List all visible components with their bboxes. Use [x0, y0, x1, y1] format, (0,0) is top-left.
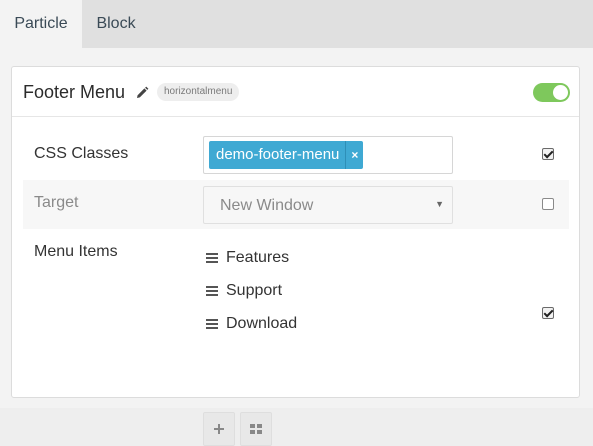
particle-type-badge: horizontalmenu [157, 83, 240, 101]
tab-block[interactable]: Block [82, 0, 150, 48]
target-override-checkbox[interactable] [542, 198, 554, 210]
remove-tag-icon[interactable]: × [345, 141, 363, 169]
particle-title: Footer Menu [23, 82, 126, 102]
plus-icon [214, 424, 224, 434]
tab-particle[interactable]: Particle [0, 0, 82, 48]
target-label: Target [34, 194, 79, 211]
particle-card: Footer Menu horizontalmenu CSS Classes d… [11, 66, 580, 446]
add-menu-item-button[interactable] [203, 412, 235, 446]
menu-item-label: Download [226, 315, 298, 332]
drag-handle-icon[interactable] [206, 253, 218, 263]
menu-item[interactable]: Download [206, 313, 297, 335]
target-select[interactable]: New Window ▼ [203, 186, 453, 224]
css-class-tag-text: demo-footer-menu [216, 146, 340, 163]
pencil-icon[interactable] [135, 86, 149, 100]
chevron-down-icon: ▼ [435, 199, 444, 209]
toggle-knob [553, 85, 568, 100]
menu-item-label: Support [226, 282, 283, 299]
drag-handle-icon[interactable] [206, 319, 218, 329]
grid-icon [250, 424, 262, 434]
enable-toggle[interactable] [533, 83, 570, 102]
css-classes-override-checkbox[interactable] [542, 148, 554, 160]
css-classes-row: CSS Classes demo-footer-menu × [23, 128, 569, 180]
css-classes-label: CSS Classes [34, 145, 129, 162]
menu-items-label: Menu Items [34, 243, 118, 260]
card-header: Footer Menu horizontalmenu [12, 67, 579, 117]
drag-handle-icon[interactable] [206, 286, 218, 296]
tab-bar: Particle Block [0, 0, 593, 48]
menu-item-label: Features [226, 249, 290, 266]
menu-items-row: Menu Items Features Support Download [23, 229, 569, 446]
menu-items-override-checkbox[interactable] [542, 307, 554, 319]
css-classes-input[interactable]: demo-footer-menu × [203, 136, 453, 174]
target-row: Target New Window ▼ [23, 180, 569, 229]
grid-view-button[interactable] [240, 412, 272, 446]
css-class-tag: demo-footer-menu × [209, 141, 364, 169]
menu-item[interactable]: Features [206, 247, 289, 269]
target-select-value: New Window [220, 197, 314, 214]
menu-item[interactable]: Support [206, 280, 282, 302]
